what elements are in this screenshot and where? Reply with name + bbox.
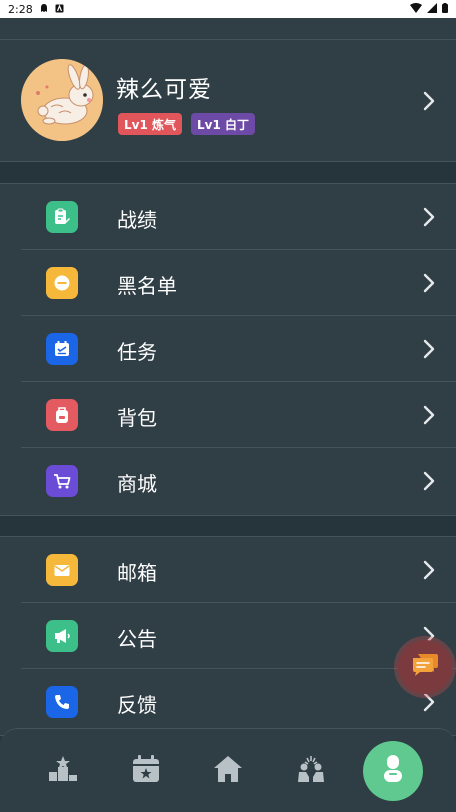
status-bar: 2:28 [0,0,456,18]
chevron-right-icon [423,471,435,491]
tab-home[interactable] [208,751,248,791]
menu-item-label: 反馈 [117,693,157,717]
profile-card[interactable]: 辣么可爱 Lv1 炼气 Lv1 白丁 [0,40,456,162]
header-strip [0,18,456,40]
block-icon [46,267,78,299]
backpack-icon [46,399,78,431]
menu-item-tasks[interactable]: 任务 [0,316,456,382]
chevron-right-icon [423,692,435,712]
status-time: 2:28 [8,2,33,16]
tab-events[interactable] [126,751,166,791]
menu-item-mailbox[interactable]: 邮箱 [0,537,456,603]
chevron-right-icon [423,405,435,425]
chat-bubble-icon [410,651,440,683]
megaphone-icon [46,620,78,652]
profile-icon [380,752,406,790]
bottom-tab-bar [0,728,456,812]
battery-icon [442,2,448,16]
menu-item-backpack[interactable]: 背包 [0,382,456,448]
signal-icon [427,2,437,16]
home-icon [213,755,243,787]
wifi-icon [410,2,422,16]
menu-item-announcement[interactable]: 公告 [0,603,456,669]
chevron-right-icon [423,339,435,359]
menu-item-shop[interactable]: 商城 [0,448,456,514]
level-badge-rank: Lv1 白丁 [191,113,255,135]
section-gap [0,162,456,183]
shopping-cart-icon [46,465,78,497]
celebrate-icon [296,755,326,787]
mail-icon [46,554,78,586]
app-notification-icon [55,3,64,16]
menu-item-label: 邮箱 [117,561,157,585]
ranking-icon [48,755,78,787]
menu-item-label: 任务 [117,340,157,364]
menu-item-blacklist[interactable]: 黑名单 [0,250,456,316]
menu-item-label: 背包 [117,406,157,430]
menu-item-label: 商城 [117,472,157,496]
task-calendar-icon [46,333,78,365]
ghost-notification-icon [39,3,49,16]
phone-icon [46,686,78,718]
menu-item-label: 黑名单 [117,274,177,298]
tab-profile[interactable] [363,741,423,801]
chevron-right-icon [423,91,435,111]
username: 辣么可爱 [116,77,212,103]
level-badge-cultivation: Lv1 炼气 [118,113,182,135]
menu-item-label: 公告 [117,627,157,651]
menu-group-main: 战绩 黑名单 任务 背包 商城 [0,183,456,516]
chevron-right-icon [423,273,435,293]
calendar-star-icon [131,755,161,787]
tab-social[interactable] [291,751,331,791]
menu-item-feedback[interactable]: 反馈 [0,669,456,735]
tab-ranking[interactable] [43,751,83,791]
chevron-right-icon [423,207,435,227]
chevron-right-icon [423,560,435,580]
menu-item-label: 战绩 [117,208,157,232]
section-gap [0,516,456,536]
record-edit-icon [46,201,78,233]
menu-item-record[interactable]: 战绩 [0,184,456,250]
menu-group-secondary: 邮箱 公告 反馈 [0,536,456,736]
floating-chat-button[interactable] [398,640,452,694]
avatar[interactable] [21,59,103,141]
